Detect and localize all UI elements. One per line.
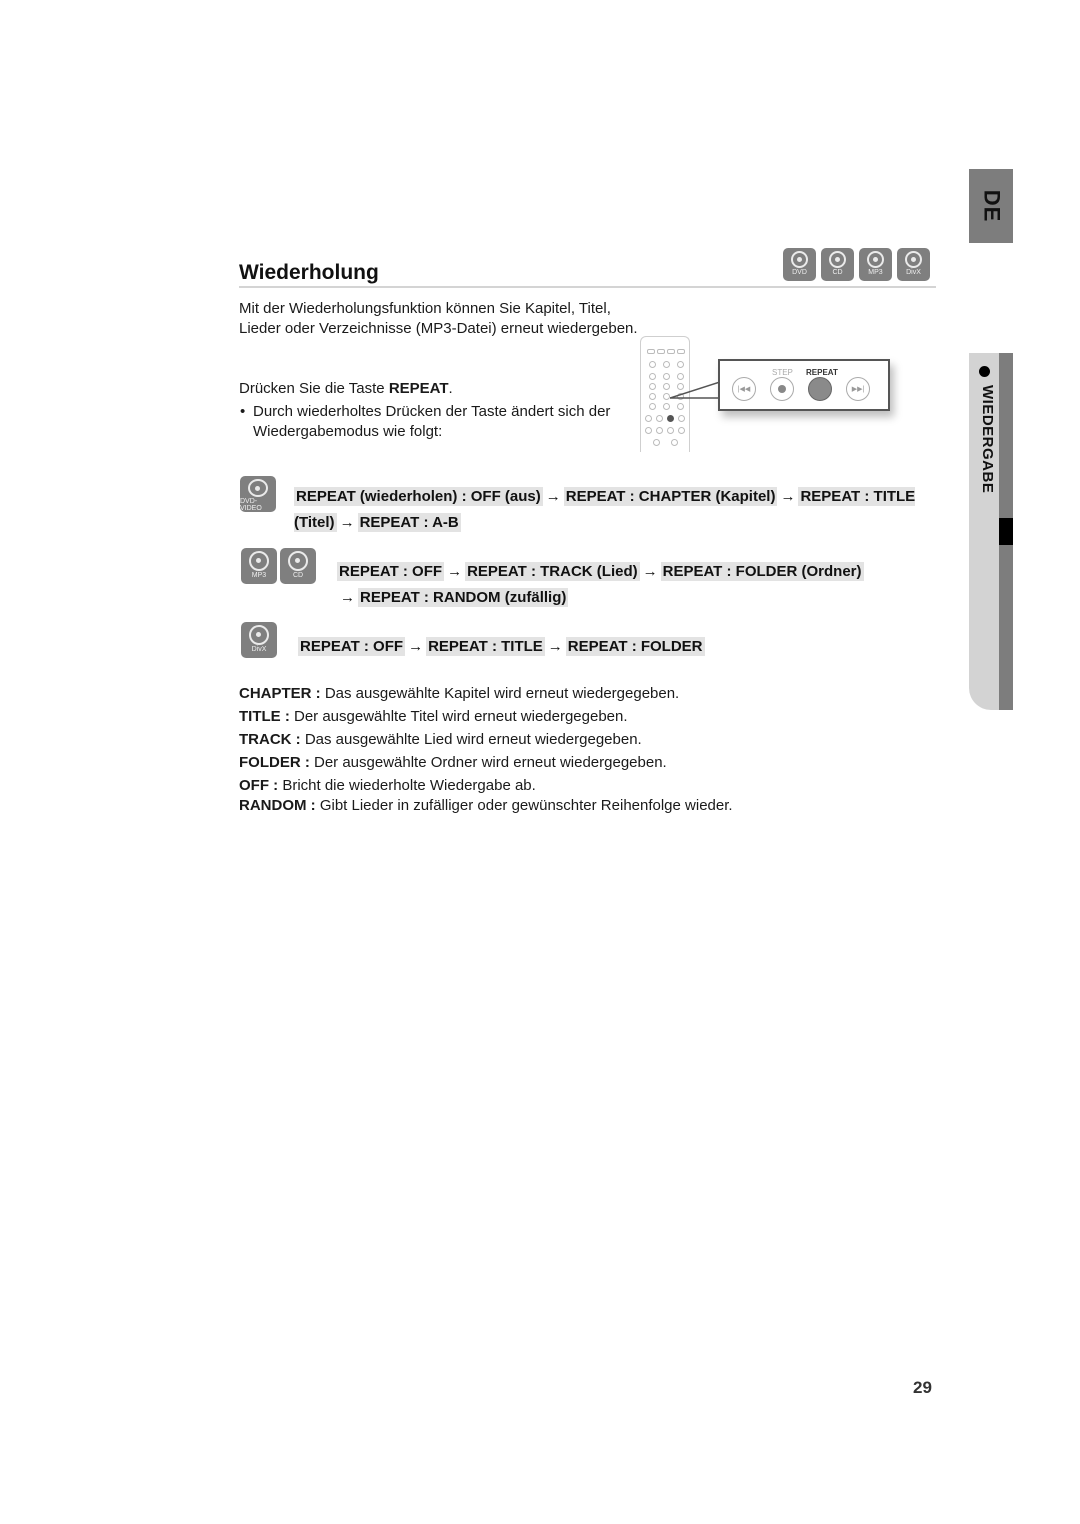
arrow-icon: → xyxy=(545,488,561,505)
disc-icon-dvd-video: DVD-VIDEO xyxy=(240,476,276,512)
sequence-step: REPEAT : OFF xyxy=(298,637,406,656)
sequence-step: REPEAT : TITLE xyxy=(426,637,545,656)
arrow-icon: → xyxy=(447,563,463,580)
skip-forward-icon: ▶▶| xyxy=(846,377,870,401)
disc-icon-divx: DivX xyxy=(897,248,930,281)
definition-item: RANDOM : Gibt Lieder in zufälliger oder … xyxy=(239,797,733,814)
repeat-label: REPEAT xyxy=(806,368,838,377)
definition-item: FOLDER : Der ausgewählte Ordner wird ern… xyxy=(239,754,667,771)
arrow-icon: → xyxy=(408,638,424,655)
language-tab: DE xyxy=(969,169,1013,243)
definition-item: TRACK : Das ausgewählte Lied wird erneut… xyxy=(239,731,642,748)
disc-badges: DVD CD MP3 DivX xyxy=(783,248,930,281)
title-divider xyxy=(239,286,936,288)
instruction-key: REPEAT xyxy=(388,380,449,397)
sequence-step: REPEAT (wiederholen) : OFF (aus) xyxy=(294,487,543,506)
sequence-step: REPEAT : CHAPTER (Kapitel) xyxy=(563,487,778,506)
sequence-step: REPEAT : TRACK (Lied) xyxy=(465,562,640,581)
arrow-icon: → xyxy=(547,638,563,655)
bullet-item: • Durch wiederholtes Drücken der Taste än… xyxy=(239,402,634,442)
definition-item: CHAPTER : Das ausgewählte Kapitel wird e… xyxy=(239,685,680,702)
disc-icon-mp3: MP3 xyxy=(241,548,277,584)
sequence-step: REPEAT : RANDOM (zufällig) xyxy=(358,588,569,607)
disc-icon-cd: CD xyxy=(280,548,316,584)
repeat-sequence-mp3-cd: REPEAT : OFF → REPEAT : TRACK (Lied) → REPEA… xyxy=(337,559,897,611)
sequence-step: REPEAT : A-B xyxy=(357,513,461,532)
chapter-position-marker xyxy=(999,518,1013,545)
chapter-label: WIEDERGABE xyxy=(979,385,996,494)
callout-leader xyxy=(670,381,720,399)
disc-icon-mp3: MP3 xyxy=(859,248,892,281)
step-button-icon xyxy=(770,377,794,401)
language-label: DE xyxy=(979,189,1004,223)
repeat-sequence-dvd: REPEAT (wiederholen) : OFF (aus) → REPEAT … xyxy=(294,484,939,536)
definition-item: OFF : Bricht die wiederholte Wiedergabe … xyxy=(239,777,536,794)
instruction-prefix: Drücken Sie die Taste xyxy=(239,380,389,397)
disc-icon-cd: CD xyxy=(821,248,854,281)
skip-back-icon: |◀◀ xyxy=(732,377,756,401)
instruction-suffix: . xyxy=(448,380,453,397)
page-title: Wiederholung xyxy=(239,261,379,284)
sequence-step: REPEAT : OFF xyxy=(337,562,445,581)
disc-icon-dvd: DVD xyxy=(783,248,816,281)
definition-item: TITLE : Der ausgewählte Titel wird erneu… xyxy=(239,708,628,725)
bullet-text: Durch wiederholtes Drücken der Taste änd… xyxy=(253,403,611,440)
sequence-step: REPEAT : FOLDER (Ordner) xyxy=(660,562,864,581)
chapter-tab: WIEDERGABE xyxy=(969,353,1013,710)
sequence-step: REPEAT : FOLDER xyxy=(565,637,705,656)
arrow-icon: → xyxy=(339,514,355,531)
arrow-icon: → xyxy=(340,589,355,606)
repeat-sequence-divx: REPEAT : OFF → REPEAT : TITLE → REPEAT : FOL… xyxy=(298,634,798,660)
step-label: STEP xyxy=(772,368,793,377)
repeat-button-icon xyxy=(808,377,832,401)
disc-icon-divx: DivX xyxy=(241,622,277,658)
arrow-icon: → xyxy=(642,563,658,580)
instruction: Drücken Sie die Taste REPEAT. xyxy=(239,379,453,399)
arrow-icon: → xyxy=(780,488,796,505)
bullet-dot-icon xyxy=(979,366,990,377)
definitions-list: CHAPTER : Das ausgewählte Kapitel wird e… xyxy=(239,683,839,818)
intro-paragraph: Mit der Wiederholungsfunktion können Sie… xyxy=(239,300,638,337)
page-number: 29 xyxy=(913,1378,932,1397)
repeat-button-callout: STEP REPEAT |◀◀ ▶▶| xyxy=(718,359,890,411)
bullet-icon: • xyxy=(240,403,246,420)
